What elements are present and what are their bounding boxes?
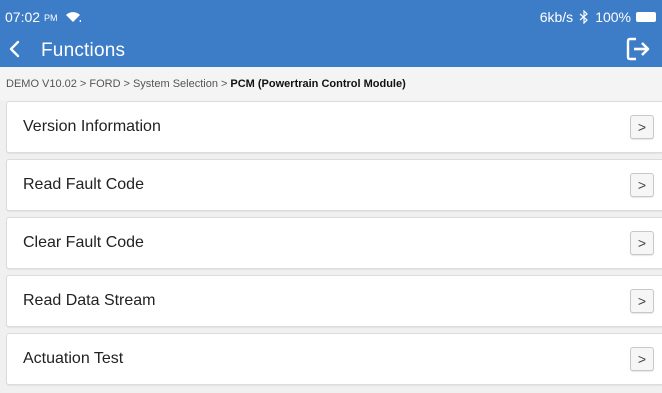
status-bar: 07:02 PM 6kb/s 100% [0,0,662,30]
breadcrumb-separator: > [79,78,87,90]
chevron-left-icon[interactable] [7,40,21,58]
chevron-right-icon[interactable]: > [630,173,654,197]
function-list: Version Information > Read Fault Code > … [6,101,662,391]
function-item-label: Version Information [23,118,161,135]
battery-icon [636,12,656,22]
wifi-icon [65,12,81,22]
network-speed: 6kb/s [539,9,574,25]
function-item-label: Actuation Test [23,350,124,367]
breadcrumb: DEMO V10.02 > FORD > System Selection > … [0,67,662,101]
breadcrumb-item[interactable]: System Selection [133,78,218,90]
exit-icon[interactable] [626,36,652,62]
function-item-read-data-stream[interactable]: Read Data Stream > [6,275,662,327]
breadcrumb-current: PCM (Powertrain Control Module) [230,78,406,90]
screen: 07:02 PM 6kb/s 100% Functions DEMO V10.0… [0,0,662,393]
bluetooth-icon [579,10,589,24]
function-item-label: Clear Fault Code [23,234,144,251]
breadcrumb-separator: > [220,78,228,90]
status-time: 07:02 [5,9,41,25]
title-bar: Functions [0,32,662,67]
breadcrumb-item[interactable]: FORD [89,78,120,90]
app-header: 07:02 PM 6kb/s 100% Functions [0,0,662,67]
function-item-label: Read Data Stream [23,292,156,309]
function-item-label: Read Fault Code [23,176,144,193]
status-time-group: 07:02 PM [5,9,81,25]
function-item-read-fault-code[interactable]: Read Fault Code > [6,159,662,211]
chevron-right-icon[interactable]: > [630,231,654,255]
breadcrumb-item[interactable]: DEMO V10.02 [6,78,77,90]
chevron-right-icon[interactable]: > [630,289,654,313]
chevron-right-icon[interactable]: > [630,347,654,371]
status-right-group: 6kb/s 100% [540,9,656,25]
function-item-clear-fault-code[interactable]: Clear Fault Code > [6,217,662,269]
function-item-actuation-test[interactable]: Actuation Test > [6,333,662,385]
breadcrumb-separator: > [123,78,130,90]
page-title: Functions [41,40,126,61]
function-item-version-information[interactable]: Version Information > [6,101,662,153]
status-ampm: PM [44,13,58,23]
chevron-right-icon[interactable]: > [630,115,654,139]
battery-percent: 100% [595,9,631,25]
